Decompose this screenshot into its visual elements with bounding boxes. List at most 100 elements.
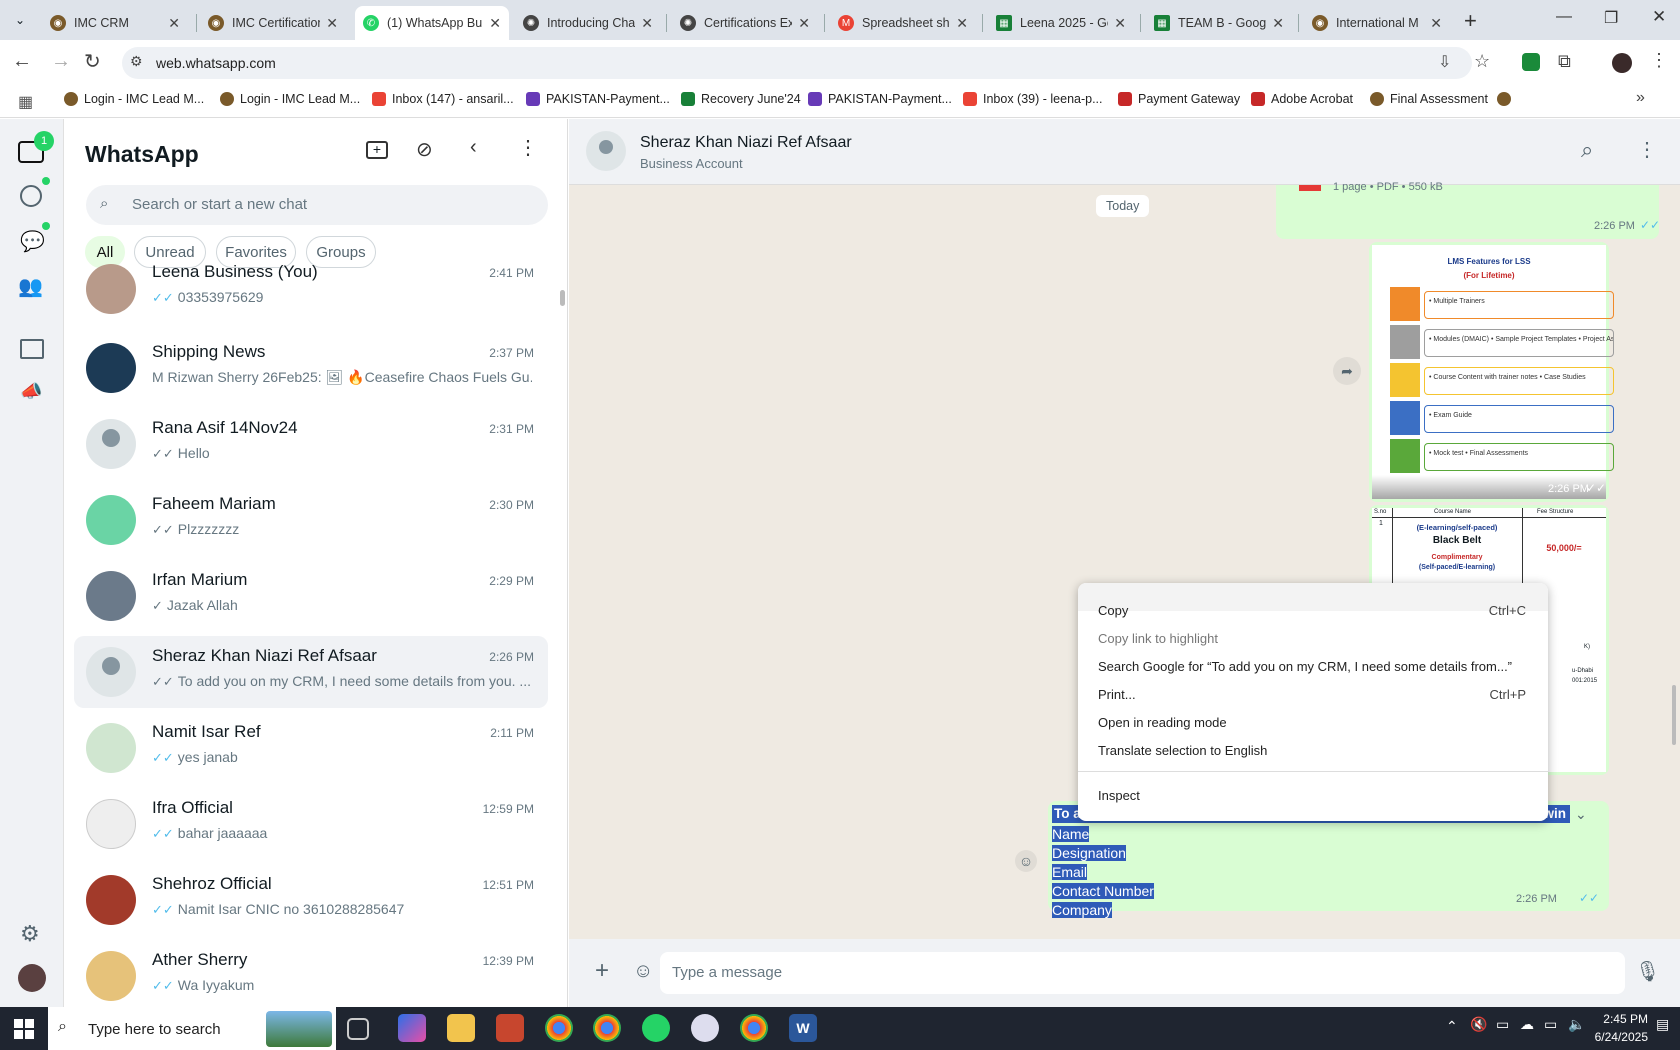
new-chat-icon[interactable]: + — [366, 141, 388, 159]
word-icon[interactable]: W — [789, 1014, 817, 1042]
advertise-megaphone-icon[interactable]: 📣 — [20, 381, 42, 402]
close-tab-icon[interactable]: ✕ — [956, 15, 968, 32]
attach-plus-icon[interactable]: + — [595, 959, 609, 983]
bookmark-item[interactable]: PAKISTAN-Payment... — [808, 92, 952, 106]
tab-search-icon[interactable]: ⌄ — [10, 10, 30, 30]
status-icon[interactable] — [20, 185, 42, 207]
chevron-down-icon[interactable]: ⌄ — [1575, 806, 1587, 823]
copilot-icon[interactable] — [398, 1014, 426, 1042]
chat-list-item[interactable]: Namit Isar Ref 2:11 PM ✓✓ yes janab — [74, 712, 548, 784]
pdf-message-bubble[interactable]: 1 page • PDF • 550 kB 2:26 PM ✓✓ — [1276, 181, 1660, 239]
clock-time[interactable]: 2:45 PM — [1596, 1012, 1648, 1026]
bookmark-item[interactable]: Payment Gateway — [1118, 92, 1240, 106]
close-tab-icon[interactable]: ✕ — [641, 15, 653, 32]
bookmark-item[interactable]: Final Assessment — [1370, 92, 1488, 106]
url-text[interactable]: web.whatsapp.com — [156, 55, 276, 71]
window-close-icon[interactable]: ✕ — [1652, 7, 1666, 27]
restore-icon[interactable]: ❐ — [1604, 8, 1618, 28]
browser-tab-introducing-chat[interactable]: ✺ Introducing Cha ✕ — [515, 6, 661, 40]
close-tab-icon[interactable]: ✕ — [168, 15, 180, 32]
settings-gear-icon[interactable]: ⚙ — [20, 921, 40, 947]
bookmark-item[interactable]: Adobe Acrobat — [1251, 92, 1353, 106]
browser-tab-team-b[interactable]: ▦ TEAM B - Googl ✕ — [1146, 6, 1292, 40]
menu-item-copy[interactable]: Copy — [1098, 603, 1128, 618]
notifications-icon[interactable]: ▤ — [1656, 1016, 1669, 1033]
close-tab-icon[interactable]: ✕ — [326, 15, 338, 32]
chat-list-item[interactable]: Ather Sherry 12:39 PM ✓✓ Wa Iyyakum — [74, 940, 548, 1006]
extension-green-icon[interactable] — [1522, 53, 1540, 71]
bookmark-item[interactable]: PAKISTAN-Payment... — [526, 92, 670, 106]
chat-list-item[interactable]: Rana Asif 14Nov24 2:31 PM ✓✓ Hello — [74, 408, 548, 480]
close-tab-icon[interactable]: ✕ — [1430, 15, 1442, 32]
close-tab-icon[interactable]: ✕ — [798, 15, 810, 32]
tray-chevron-up-icon[interactable]: ⌃ — [1446, 1018, 1458, 1035]
reload-icon[interactable]: ↻ — [84, 49, 101, 74]
profile-avatar-icon[interactable] — [1612, 53, 1632, 73]
volume-mute-icon[interactable]: 🔇 — [1470, 1016, 1487, 1033]
chat-list-item[interactable]: Irfan Marium 2:29 PM ✓ Jazak Allah — [74, 560, 548, 632]
image-message-bubble[interactable]: LMS Features for LSS (For Lifetime) • Mu… — [1369, 242, 1614, 502]
bookmark-item[interactable]: Inbox (39) - leena-p... — [963, 92, 1103, 106]
chat-list-item[interactable]: Faheem Mariam 2:30 PM ✓✓ Plzzzzzzz — [74, 484, 548, 556]
chrome-icon[interactable] — [740, 1014, 768, 1042]
task-view-icon[interactable] — [347, 1018, 369, 1040]
apps-grid-icon[interactable]: ▦ — [18, 92, 33, 112]
bookmark-item[interactable]: Recovery June'24 — [681, 92, 801, 106]
chrome-icon[interactable] — [545, 1014, 573, 1042]
search-icon[interactable]: ⌕ — [1581, 137, 1593, 163]
browser-tab-leena-2025[interactable]: ▦ Leena 2025 - Go ✕ — [988, 6, 1134, 40]
clock-app-icon[interactable] — [691, 1014, 719, 1042]
catalog-store-icon[interactable] — [20, 339, 44, 359]
menu-item-reading-mode[interactable]: Open in reading mode — [1098, 715, 1227, 730]
chat-list-item-selected[interactable]: Sheraz Khan Niazi Ref Afsaar 2:26 PM ✓✓ T… — [74, 636, 548, 708]
browser-tab-international[interactable]: ◉ International M ✕ — [1304, 6, 1450, 40]
react-emoji-icon[interactable]: ☺ — [1015, 850, 1037, 872]
close-tab-icon[interactable]: ✕ — [1114, 15, 1126, 32]
menu-item-inspect[interactable]: Inspect — [1098, 788, 1140, 803]
install-app-icon[interactable]: ⇩ — [1438, 52, 1451, 72]
message-input[interactable]: Type a message — [660, 952, 1625, 994]
browser-tab-imc-crm[interactable]: ◉ IMC CRM ✕ — [42, 6, 188, 40]
minimize-icon[interactable]: — — [1556, 8, 1572, 26]
forward-icon[interactable]: ➦ — [1333, 357, 1361, 385]
menu-kebab-icon[interactable]: ⋮ — [518, 135, 538, 160]
bookmark-item[interactable]: Inbox (147) - ansaril... — [372, 92, 514, 106]
browser-tab-imc-certification[interactable]: ◉ IMC Certification ✕ — [200, 6, 346, 40]
menu-item-print[interactable]: Print... — [1098, 687, 1136, 702]
search-input[interactable]: ⌕ Search or start a new chat — [86, 185, 548, 225]
browser-tab-certifications[interactable]: ✺ Certifications Ex ✕ — [672, 6, 818, 40]
sticker-emoji-icon[interactable]: ☺ — [633, 960, 653, 983]
chrome-menu-icon[interactable]: ⋮ — [1650, 50, 1668, 71]
eye-off-icon[interactable]: ⊘ — [416, 137, 433, 162]
message-lines[interactable]: Name Designation Email Contact Number Co… — [1052, 825, 1154, 920]
browser-tab-spreadsheet[interactable]: M Spreadsheet sha ✕ — [830, 6, 976, 40]
app-icon[interactable] — [496, 1014, 524, 1042]
tray-app-icon[interactable]: ▭ — [1496, 1016, 1509, 1033]
contact-avatar[interactable] — [586, 131, 626, 171]
communities-icon[interactable]: 👥 — [18, 274, 43, 299]
new-tab-icon[interactable]: + — [1464, 8, 1477, 34]
network-icon[interactable]: ▭ — [1544, 1016, 1557, 1033]
chat-scrollbar[interactable] — [1672, 685, 1676, 745]
menu-item-translate[interactable]: Translate selection to English — [1098, 743, 1267, 758]
back-icon[interactable]: ← — [12, 50, 32, 73]
menu-item-copy-link[interactable]: Copy link to highlight — [1098, 631, 1218, 646]
chat-list-item[interactable]: Leena Business (You) 2:41 PM ✓✓ 033539756… — [74, 258, 548, 330]
close-tab-icon[interactable]: ✕ — [489, 15, 501, 32]
cloud-icon[interactable]: ☁ — [1520, 1016, 1534, 1033]
bookmark-star-icon[interactable]: ☆ — [1474, 51, 1490, 72]
chrome-icon[interactable] — [593, 1014, 621, 1042]
windows-start-icon[interactable] — [14, 1019, 34, 1039]
site-info-icon[interactable]: ⚙ — [130, 53, 143, 70]
bookmarks-overflow-icon[interactable]: » — [1636, 89, 1645, 107]
extensions-puzzle-icon[interactable]: ⧉ — [1558, 51, 1571, 72]
conversation-header[interactable]: Sheraz Khan Niazi Ref Afsaar Business Ac… — [569, 119, 1680, 185]
forward-icon[interactable]: → — [51, 50, 71, 73]
whatsapp-icon[interactable] — [642, 1014, 670, 1042]
menu-kebab-icon[interactable]: ⋮ — [1637, 137, 1657, 162]
chevron-left-icon[interactable]: ‹ — [470, 136, 477, 159]
chat-list-item[interactable]: Ifra Official 12:59 PM ✓✓ bahar jaaaaaa — [74, 788, 548, 860]
sidebar-scrollbar[interactable] — [560, 290, 565, 306]
close-tab-icon[interactable]: ✕ — [1272, 15, 1284, 32]
menu-item-search-google[interactable]: Search Google for “To add you on my CRM,… — [1098, 659, 1512, 674]
